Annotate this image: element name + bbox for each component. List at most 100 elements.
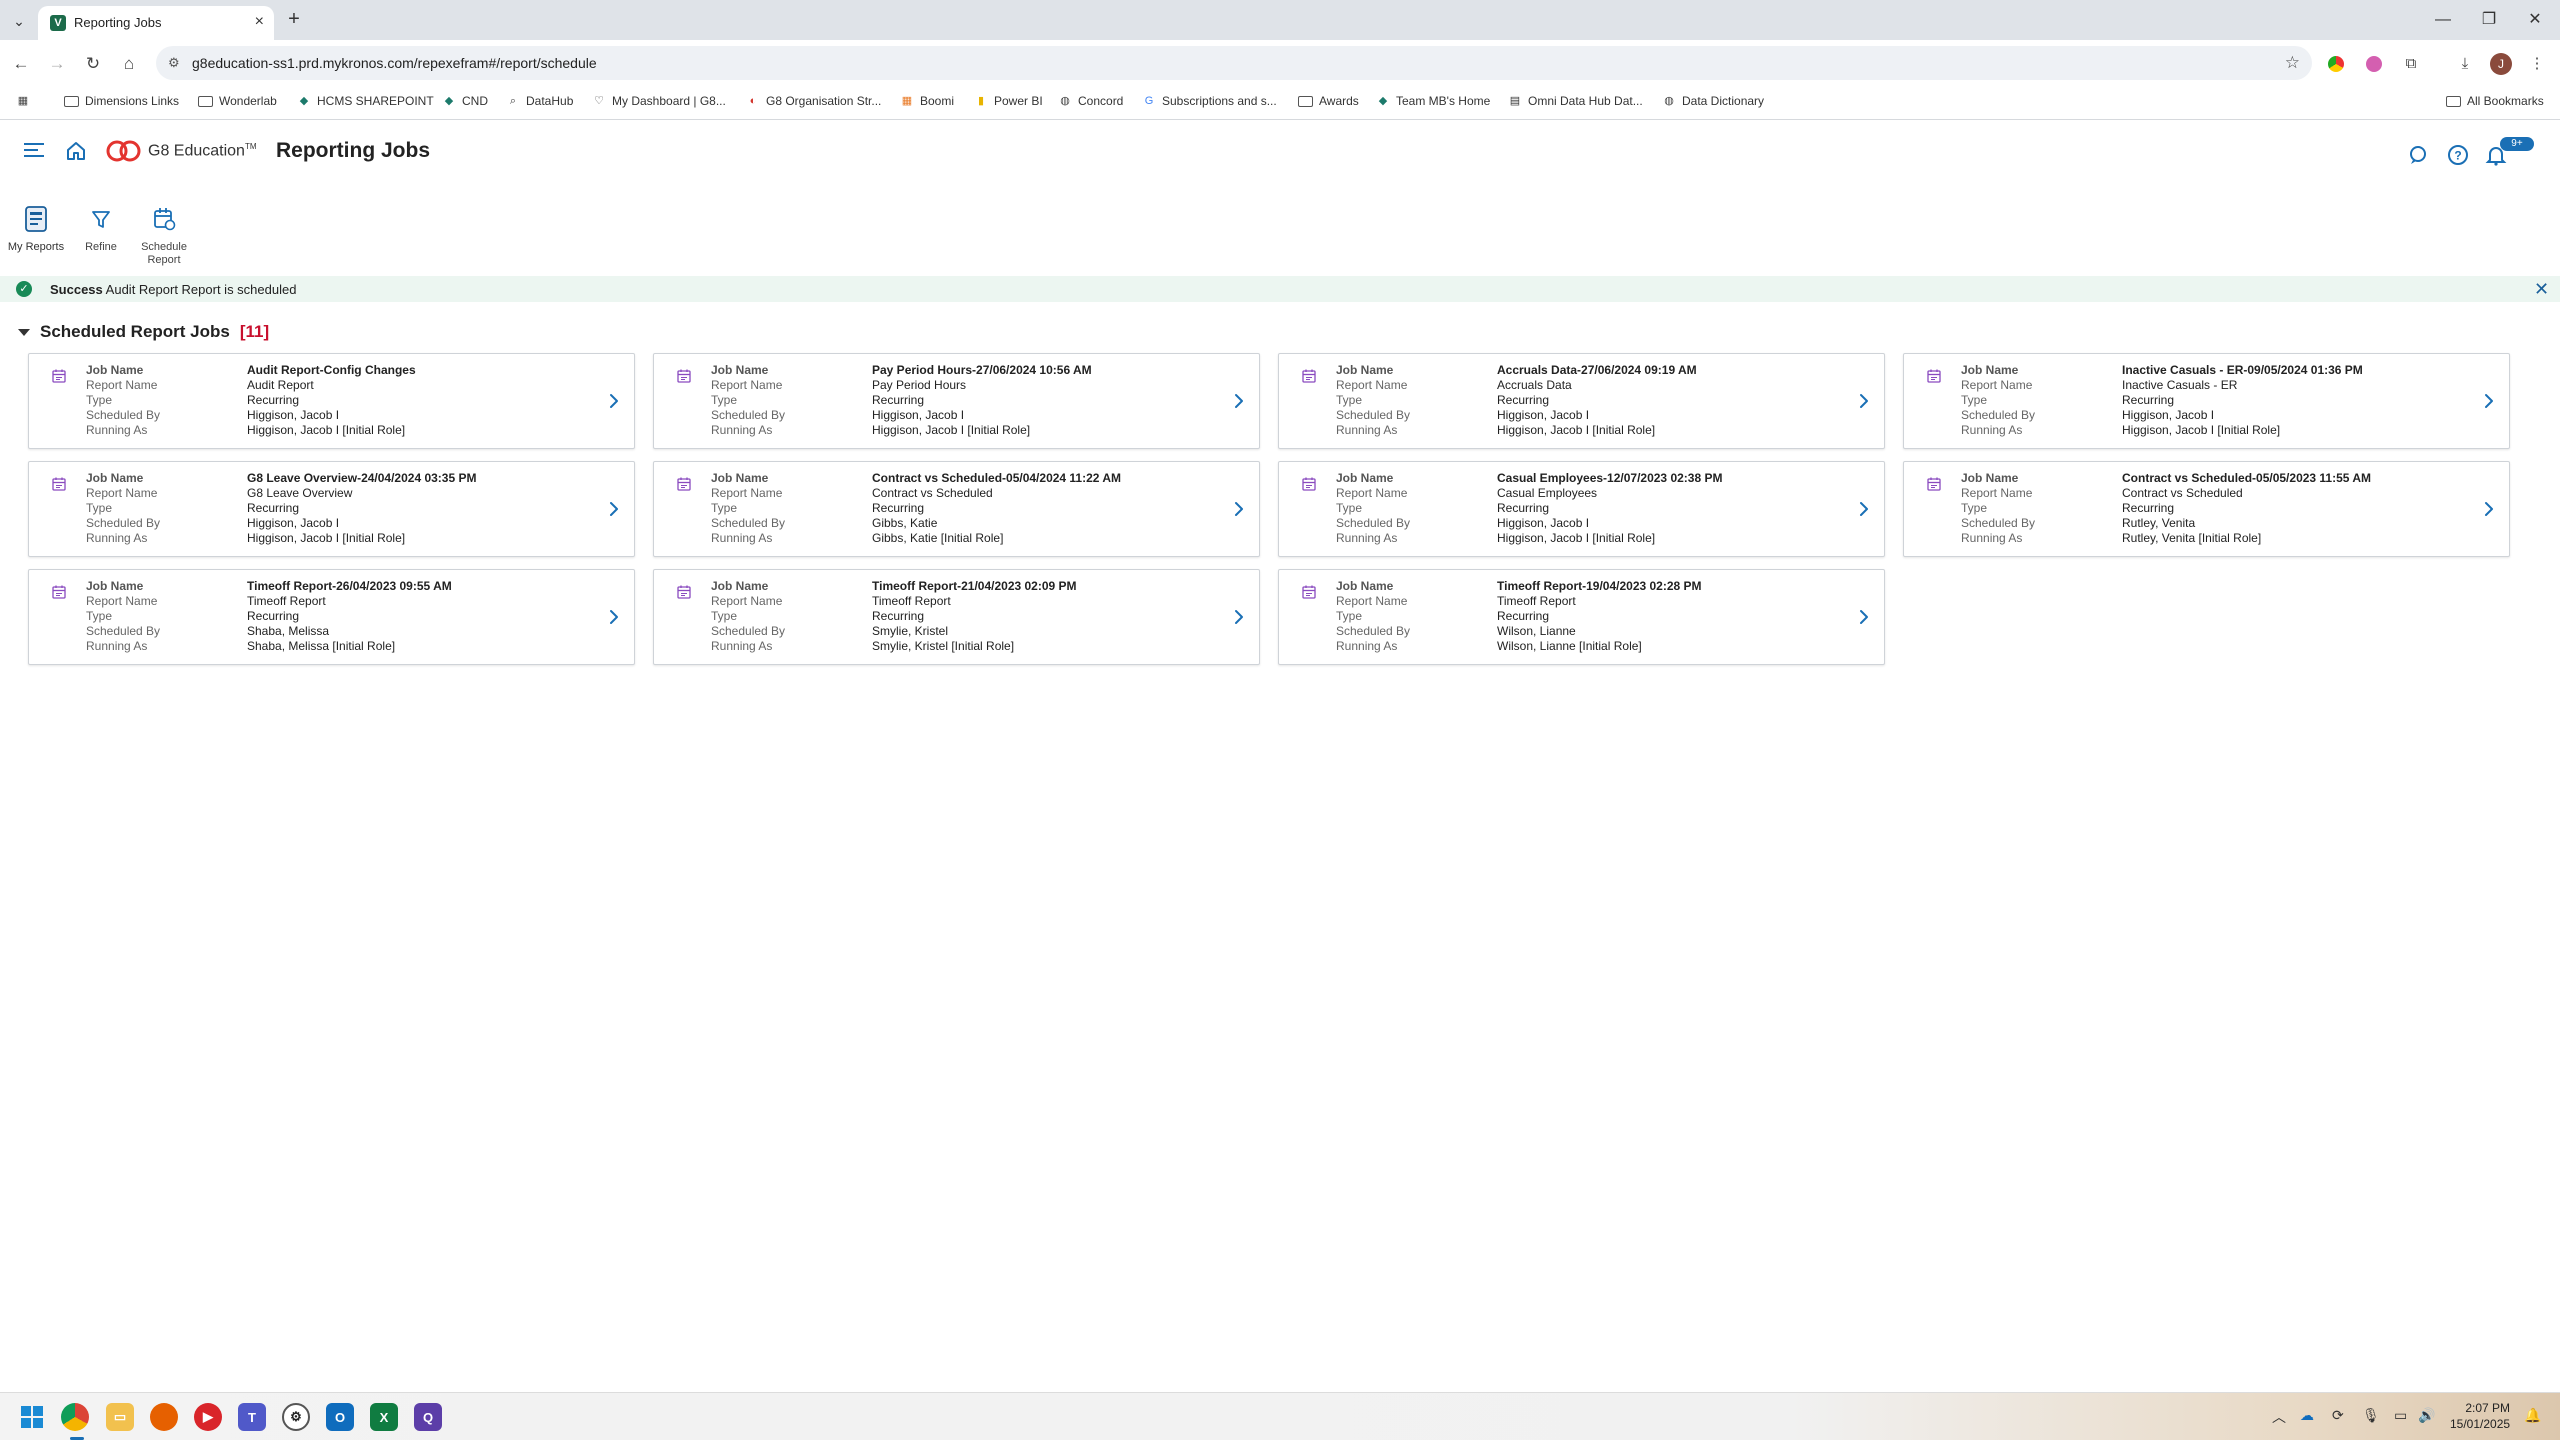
bookmark-item[interactable]: ◆ Team MB's Home bbox=[1376, 94, 1491, 108]
job-card[interactable]: Job Name Report Name Type Scheduled By Runni… bbox=[653, 353, 1260, 449]
grid-icon: ▦ bbox=[901, 95, 913, 107]
bookmark-item[interactable]: ♡ My Dashboard | G8... bbox=[592, 94, 726, 108]
bookmark-item[interactable]: G Subscriptions and s... bbox=[1142, 94, 1277, 108]
bookmark-item[interactable]: ◐ G8 Organisation Str... bbox=[746, 94, 882, 108]
window-close-icon[interactable]: ✕ bbox=[2512, 8, 2558, 32]
chat-search-icon[interactable] bbox=[2406, 143, 2430, 167]
downloads-icon[interactable]: ⤓ bbox=[2454, 53, 2476, 75]
volume-icon[interactable]: 🔊 bbox=[2418, 1407, 2435, 1424]
job-card[interactable]: Job Name Report Name Type Scheduled By Runni… bbox=[653, 569, 1260, 665]
onedrive-icon[interactable]: ☁ bbox=[2300, 1407, 2314, 1424]
taskbar-clock[interactable]: 2:07 PM 15/01/2025 bbox=[2450, 1400, 2510, 1432]
chevron-right-icon[interactable] bbox=[607, 500, 621, 518]
chevron-right-icon[interactable] bbox=[1232, 608, 1246, 626]
chevron-right-icon[interactable] bbox=[1232, 500, 1246, 518]
main-menu-icon[interactable] bbox=[24, 143, 44, 159]
outlook-icon[interactable]: O bbox=[326, 1403, 354, 1431]
bookmark-item[interactable]: Wonderlab bbox=[198, 94, 277, 108]
job-card[interactable]: Job Name Report Name Type Scheduled By Runni… bbox=[28, 461, 635, 557]
chevron-right-icon[interactable] bbox=[607, 392, 621, 410]
tray-overflow-icon[interactable]: ︿ bbox=[2272, 1407, 2286, 1427]
collapse-caret-icon[interactable] bbox=[18, 328, 30, 336]
chevron-right-icon[interactable] bbox=[2482, 500, 2496, 518]
minimize-icon[interactable]: — bbox=[2420, 8, 2466, 32]
new-tab-icon[interactable]: + bbox=[282, 8, 306, 32]
firefox-icon[interactable] bbox=[150, 1403, 178, 1431]
bookmark-item[interactable]: Awards bbox=[1298, 94, 1359, 108]
tab-search-dropdown-icon[interactable]: ⌄ bbox=[8, 10, 30, 32]
field-value-running-as: Wilson, Lianne [Initial Role] bbox=[1497, 639, 1642, 653]
scheduled-jobs-section-header[interactable]: Scheduled Report Jobs [11] bbox=[18, 322, 269, 342]
chevron-right-icon[interactable] bbox=[1232, 392, 1246, 410]
address-bar[interactable]: ⚙ g8education-ss1.prd.mykronos.com/repex… bbox=[156, 46, 2312, 80]
folder-icon bbox=[64, 95, 79, 107]
job-card[interactable]: Job Name Report Name Type Scheduled By Runni… bbox=[1903, 353, 2510, 449]
site-info-icon[interactable]: ⚙ bbox=[168, 55, 180, 71]
profile-avatar[interactable]: J bbox=[2490, 53, 2512, 75]
refine-button[interactable]: Refine bbox=[69, 206, 133, 254]
tab-close-icon[interactable]: × bbox=[255, 13, 264, 31]
apps-grid-icon[interactable]: ▦ bbox=[16, 94, 30, 108]
bookmark-item[interactable]: ◍ Data Dictionary bbox=[1662, 94, 1764, 108]
report-calendar-icon bbox=[52, 585, 66, 599]
my-reports-button[interactable]: My Reports bbox=[4, 206, 68, 254]
url-text[interactable]: g8education-ss1.prd.mykronos.com/repexef… bbox=[192, 55, 597, 71]
notification-center-icon[interactable]: 🔔 bbox=[2524, 1407, 2541, 1424]
bookmark-item[interactable]: ▦ Boomi bbox=[900, 94, 954, 108]
bookmark-item[interactable]: ◆ CND bbox=[442, 94, 488, 108]
extension-icon[interactable] bbox=[2366, 56, 2382, 72]
sync-icon[interactable]: ⟳ bbox=[2332, 1407, 2344, 1424]
chevron-right-icon[interactable] bbox=[1857, 500, 1871, 518]
chrome-taskbar-icon[interactable] bbox=[61, 1403, 89, 1431]
forward-icon[interactable]: → bbox=[46, 53, 68, 75]
help-icon[interactable]: ? bbox=[2446, 143, 2470, 167]
reload-icon[interactable]: ↻ bbox=[82, 53, 104, 75]
banner-close-icon[interactable]: ✕ bbox=[2534, 279, 2549, 300]
bookmark-item[interactable]: ◆ HCMS SHAREPOINT bbox=[297, 94, 434, 108]
bookmark-item[interactable]: ◍ Concord bbox=[1058, 94, 1123, 108]
microphone-icon[interactable]: 🎙 bbox=[2362, 1407, 2380, 1424]
job-card[interactable]: Job Name Report Name Type Scheduled By Runni… bbox=[28, 353, 635, 449]
action-bar: My Reports Refine Schedule Report bbox=[0, 200, 2560, 270]
browser-menu-icon[interactable]: ⋮ bbox=[2526, 53, 2548, 75]
bookmark-item[interactable]: ⌕ DataHub bbox=[506, 94, 573, 108]
file-explorer-icon[interactable]: ▭ bbox=[106, 1403, 134, 1431]
job-card[interactable]: Job Name Report Name Type Scheduled By Runni… bbox=[28, 569, 635, 665]
job-card[interactable]: Job Name Report Name Type Scheduled By Runni… bbox=[1278, 353, 1885, 449]
all-bookmarks[interactable]: All Bookmarks bbox=[2446, 94, 2544, 108]
extensions-puzzle-icon[interactable]: ⧉ bbox=[2400, 53, 2422, 75]
chevron-right-icon[interactable] bbox=[607, 608, 621, 626]
search-app-icon[interactable]: Q bbox=[414, 1403, 442, 1431]
job-card[interactable]: Job Name Report Name Type Scheduled By Runni… bbox=[1278, 569, 1885, 665]
excel-icon[interactable]: X bbox=[370, 1403, 398, 1431]
chevron-right-icon[interactable] bbox=[1857, 392, 1871, 410]
field-label-type: Type bbox=[711, 393, 738, 407]
restore-icon[interactable]: ❐ bbox=[2466, 8, 2512, 32]
field-label-running-as: Running As bbox=[711, 531, 773, 545]
chrome-extension-icon[interactable] bbox=[2328, 56, 2344, 72]
home-icon[interactable] bbox=[64, 139, 88, 163]
chatgpt-icon[interactable]: ⚙ bbox=[282, 1403, 310, 1431]
windows-start-icon[interactable] bbox=[18, 1403, 46, 1431]
g8-education-logo[interactable]: G8 EducationTM bbox=[106, 137, 257, 165]
job-card[interactable]: Job Name Report Name Type Scheduled By Runni… bbox=[653, 461, 1260, 557]
browser-tab-reporting-jobs[interactable]: V Reporting Jobs × bbox=[38, 6, 274, 40]
back-icon[interactable]: ← bbox=[10, 53, 32, 75]
field-label-type: Type bbox=[1336, 393, 1363, 407]
bookmark-item[interactable]: ▮ Power BI bbox=[974, 94, 1043, 108]
field-value-job-name: Timeoff Report-19/04/2023 02:28 PM bbox=[1497, 579, 1702, 593]
field-value-job-name: Contract vs Scheduled-05/05/2023 11:55 A… bbox=[2122, 471, 2371, 485]
chevron-right-icon[interactable] bbox=[1857, 608, 1871, 626]
chevron-right-icon[interactable] bbox=[2482, 392, 2496, 410]
bookmark-item[interactable]: ▤ Omni Data Hub Dat... bbox=[1508, 94, 1643, 108]
bookmark-star-icon[interactable]: ☆ bbox=[2285, 53, 2300, 73]
browser-home-icon[interactable]: ⌂ bbox=[118, 53, 140, 75]
teams-icon[interactable]: T bbox=[238, 1403, 266, 1431]
schedule-report-button[interactable]: Schedule Report bbox=[132, 206, 196, 267]
job-card[interactable]: Job Name Report Name Type Scheduled By Runni… bbox=[1278, 461, 1885, 557]
job-card[interactable]: Job Name Report Name Type Scheduled By Runni… bbox=[1903, 461, 2510, 557]
network-icon[interactable]: ▭ bbox=[2394, 1407, 2407, 1424]
bookmark-item[interactable]: Dimensions Links bbox=[64, 94, 179, 108]
field-value-report-name: Accruals Data bbox=[1497, 378, 1572, 392]
media-player-icon[interactable]: ▶ bbox=[194, 1403, 222, 1431]
